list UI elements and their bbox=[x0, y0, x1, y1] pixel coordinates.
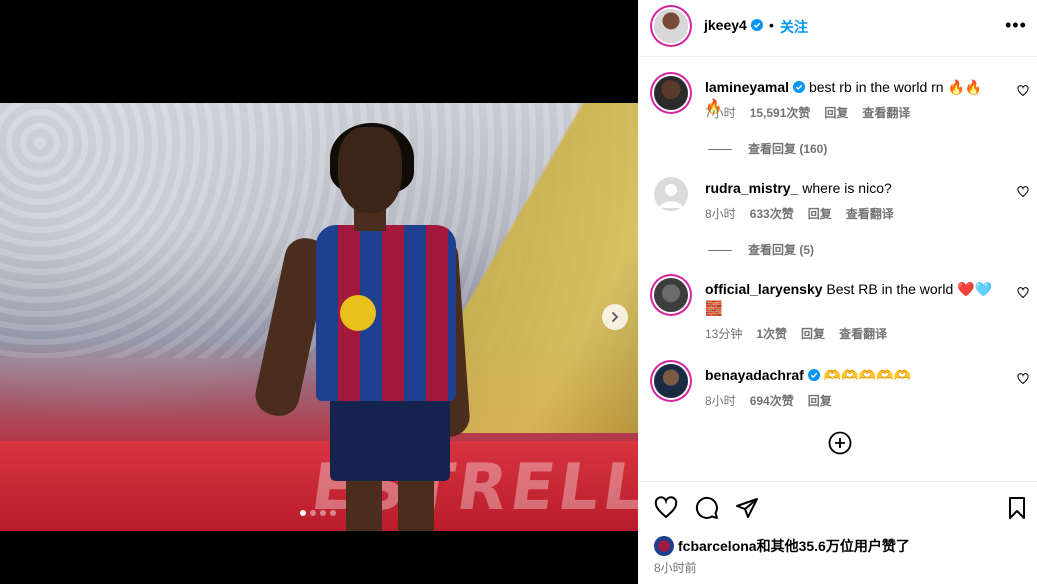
comment-username[interactable]: benayadachraf bbox=[705, 367, 804, 383]
header-separator: • bbox=[769, 17, 774, 33]
comment-text: where is nico? bbox=[802, 180, 892, 196]
comment-avatar[interactable] bbox=[654, 76, 688, 110]
comment-text: 🫶🫶🫶🫶🫶 bbox=[823, 367, 911, 383]
comment-avatar[interactable] bbox=[654, 364, 688, 398]
heart-icon[interactable] bbox=[654, 496, 678, 520]
view-replies-label[interactable]: 查看回复 (160) bbox=[748, 142, 827, 156]
default-avatar-icon bbox=[659, 184, 683, 208]
comment-avatar[interactable] bbox=[654, 278, 688, 312]
comment-username[interactable]: rudra_mistry_ bbox=[705, 180, 798, 196]
replies-divider bbox=[708, 250, 732, 252]
player-leg-left bbox=[346, 477, 382, 531]
author-username-text[interactable]: jkeey4 bbox=[704, 17, 747, 33]
comment-age: 8小时 bbox=[705, 394, 736, 408]
heart-icon[interactable] bbox=[1017, 85, 1029, 97]
carousel-dot bbox=[310, 510, 316, 516]
replies-divider bbox=[708, 149, 732, 151]
verified-icon bbox=[807, 369, 820, 381]
likes-text[interactable]: fcbarcelona和其他35.6万位用户赞了 bbox=[678, 536, 910, 556]
view-replies-button[interactable]: 查看回复 (5) bbox=[708, 241, 814, 258]
comment-body: benayadachraf 🫶🫶🫶🫶🫶 bbox=[705, 366, 995, 385]
comment-meta: 7小时 15,591次赞 回复 查看翻译 bbox=[705, 104, 910, 121]
next-image-button[interactable] bbox=[602, 304, 628, 330]
post-header: jkeey4 • 关注 ••• bbox=[638, 0, 1037, 57]
comment-username[interactable]: lamineyamal bbox=[705, 79, 789, 95]
post-actions bbox=[638, 481, 1037, 528]
verified-icon bbox=[750, 19, 763, 31]
comment-age: 13分钟 bbox=[705, 327, 743, 341]
view-replies-button[interactable]: 查看回复 (160) bbox=[708, 140, 827, 157]
comment-meta: 8小时 633次赞 回复 查看翻译 bbox=[705, 205, 894, 222]
stand-background bbox=[448, 103, 638, 433]
comment-likes[interactable]: 1次赞 bbox=[756, 325, 787, 342]
player-figure bbox=[250, 123, 471, 531]
liker-avatar[interactable] bbox=[654, 536, 674, 556]
author-avatar[interactable] bbox=[654, 9, 688, 43]
comment-username[interactable]: official_laryensky bbox=[705, 281, 823, 297]
comment-meta: 13分钟 1次赞 回复 查看翻译 bbox=[705, 325, 887, 342]
reply-button[interactable]: 回复 bbox=[801, 325, 825, 342]
heart-icon[interactable] bbox=[1017, 287, 1029, 299]
share-icon[interactable] bbox=[735, 496, 759, 520]
shirt-sponsor-logo bbox=[340, 295, 376, 331]
comment-meta: 8小时 694次赞 回复 bbox=[705, 392, 832, 409]
bookmark-icon[interactable] bbox=[1005, 496, 1029, 520]
comment-age: 7小时 bbox=[705, 106, 736, 120]
player-shirt bbox=[316, 225, 456, 401]
translate-button[interactable]: 查看翻译 bbox=[839, 325, 887, 342]
author-username[interactable]: jkeey4 bbox=[704, 17, 763, 33]
carousel-dot bbox=[320, 510, 326, 516]
instagram-post-modal: ESTRELL jkeey4 • 关注 ••• lamineyamal best… bbox=[0, 0, 1037, 584]
follow-button[interactable]: 关注 bbox=[780, 17, 808, 37]
media-pane: ESTRELL bbox=[0, 0, 638, 584]
likes-summary[interactable]: fcbarcelona和其他35.6万位用户赞了 bbox=[654, 536, 910, 556]
more-icon[interactable]: ••• bbox=[1005, 16, 1027, 34]
post-timestamp[interactable]: 8小时前 bbox=[654, 559, 697, 576]
heart-icon[interactable] bbox=[1017, 373, 1029, 385]
add-circle-icon[interactable] bbox=[828, 431, 852, 455]
comments-pane: jkeey4 • 关注 ••• lamineyamal best rb in t… bbox=[638, 0, 1037, 584]
post-photo: ESTRELL bbox=[0, 103, 638, 531]
heart-icon[interactable] bbox=[1017, 186, 1029, 198]
comment-body: rudra_mistry_ where is nico? bbox=[705, 179, 995, 198]
player-leg-right bbox=[398, 477, 434, 531]
view-replies-label[interactable]: 查看回复 (5) bbox=[748, 243, 814, 257]
comment-body: official_laryensky Best RB in the world … bbox=[705, 280, 995, 318]
verified-icon bbox=[793, 81, 806, 93]
comment-likes[interactable]: 633次赞 bbox=[750, 205, 794, 222]
translate-button[interactable]: 查看翻译 bbox=[846, 205, 894, 222]
player-head bbox=[338, 127, 402, 213]
comment-icon[interactable] bbox=[695, 496, 719, 520]
chevron-right-icon bbox=[612, 312, 619, 322]
comment-likes[interactable]: 694次赞 bbox=[750, 392, 794, 409]
carousel-dot bbox=[330, 510, 336, 516]
reply-button[interactable]: 回复 bbox=[824, 104, 848, 121]
comment-likes[interactable]: 15,591次赞 bbox=[750, 104, 811, 121]
reply-button[interactable]: 回复 bbox=[808, 392, 832, 409]
comment-text-line2: 🧱 bbox=[705, 300, 723, 316]
comment-text: Best RB in the world ❤️🩵 bbox=[826, 281, 992, 297]
comment-age: 8小时 bbox=[705, 207, 736, 221]
translate-button[interactable]: 查看翻译 bbox=[862, 104, 910, 121]
carousel-dots bbox=[300, 510, 336, 516]
reply-button[interactable]: 回复 bbox=[808, 205, 832, 222]
carousel-dot bbox=[300, 510, 306, 516]
player-shorts bbox=[330, 397, 450, 481]
comment-avatar[interactable] bbox=[654, 177, 688, 211]
